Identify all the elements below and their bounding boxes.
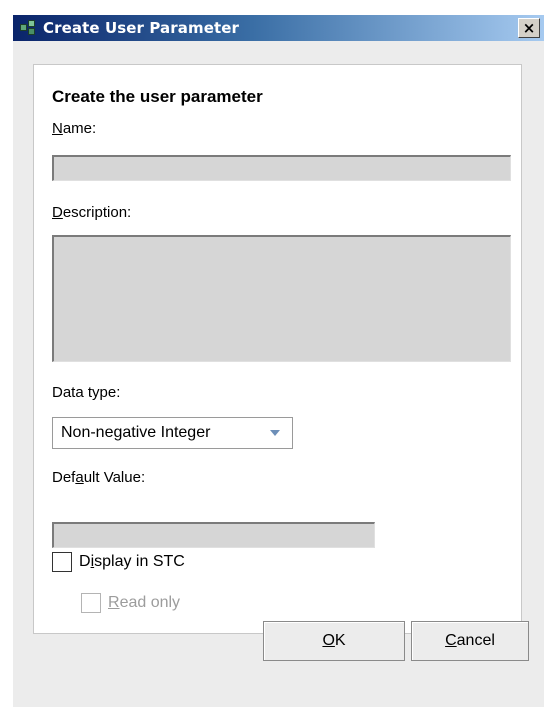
ok-button[interactable]: OK [263, 621, 405, 661]
form-heading: Create the user parameter [52, 87, 263, 106]
description-label: Description: [52, 204, 132, 221]
default-value-field[interactable] [52, 522, 375, 548]
ok-button-label: OK [322, 632, 346, 649]
data-type-label: Data type: [52, 384, 121, 401]
data-type-selected-value: Non-negative Integer [61, 424, 211, 441]
title-bar[interactable]: Create User Parameter × [13, 15, 544, 41]
display-in-stc-checkbox[interactable] [52, 552, 72, 572]
read-only-checkbox [81, 593, 101, 613]
display-in-stc-label: Display in STC [79, 553, 185, 570]
data-type-select[interactable]: Non-negative Integer [52, 417, 293, 449]
window-title: Create User Parameter [43, 19, 240, 37]
read-only-checkbox-row: Read only [81, 593, 180, 613]
name-field[interactable] [52, 155, 511, 181]
name-label: Name: [52, 120, 97, 137]
dialog-body: Create the user parameter Name: Descript… [13, 41, 544, 707]
chevron-down-icon [270, 430, 280, 436]
default-value-label: Default Value: [52, 469, 146, 486]
cancel-button[interactable]: Cancel [411, 621, 529, 661]
close-button[interactable]: × [518, 18, 540, 38]
read-only-label: Read only [108, 594, 181, 611]
cancel-button-label: Cancel [445, 632, 495, 649]
create-user-parameter-dialog: Create User Parameter × Create the user … [0, 0, 544, 707]
app-cubes-icon [19, 19, 39, 37]
form-panel: Create the user parameter Name: Descript… [33, 64, 522, 634]
close-icon: × [522, 18, 536, 37]
description-field[interactable] [52, 235, 511, 362]
display-in-stc-checkbox-row[interactable]: Display in STC [52, 552, 185, 572]
